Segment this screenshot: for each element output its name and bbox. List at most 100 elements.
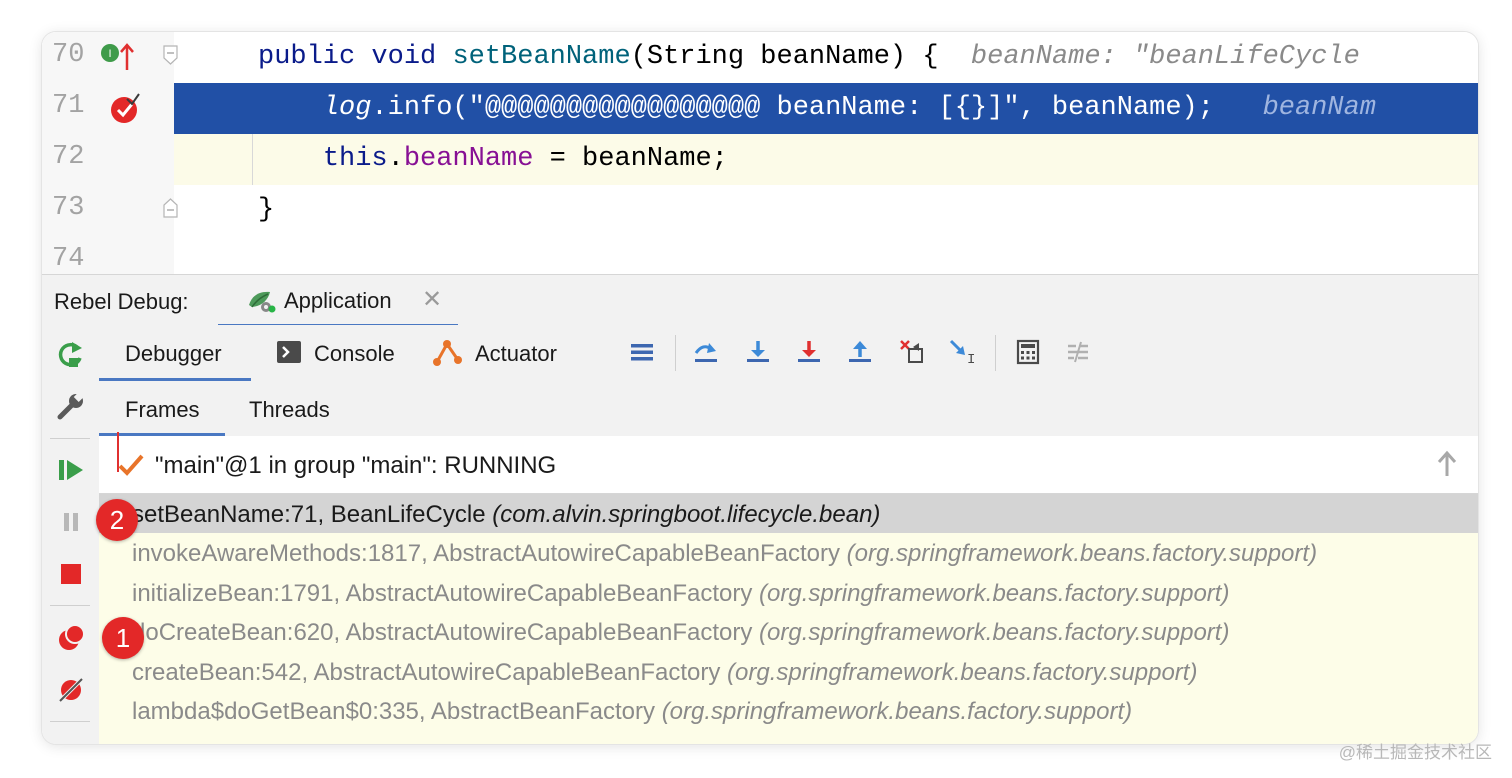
frame-method: initializeBean:1791, AbstractAutowireCap… bbox=[132, 580, 760, 607]
jrebel-app-icon bbox=[249, 291, 276, 313]
frame-row[interactable]: lambda$doGetBean$0:335, AbstractBeanFact… bbox=[99, 691, 1478, 730]
show-execution-point-icon[interactable] bbox=[693, 339, 719, 365]
line-number: 70 bbox=[52, 40, 85, 70]
frame-method: invokeAwareMethods:1817, AbstractAutowir… bbox=[132, 540, 847, 567]
code-text[interactable]: public void setBeanName(String beanName)… bbox=[174, 32, 1478, 83]
tab-application[interactable]: Application ✕ bbox=[218, 275, 458, 327]
gutter: 70 I bbox=[42, 32, 178, 83]
trace-current-stream-icon[interactable] bbox=[1065, 339, 1091, 365]
tab-actuator-label: Actuator bbox=[475, 341, 557, 366]
pause-program-icon[interactable] bbox=[56, 507, 86, 537]
annotation-badge-2: 2 bbox=[96, 499, 138, 541]
separator bbox=[675, 335, 676, 371]
frames-list: setBeanName:71, BeanLifeCycle (com.alvin… bbox=[99, 494, 1478, 744]
gutter: 74 bbox=[42, 236, 174, 274]
tab-frames[interactable]: Frames bbox=[99, 381, 225, 436]
line-number: 73 bbox=[52, 193, 85, 223]
tab-actuator[interactable]: Actuator bbox=[419, 325, 569, 378]
svg-text:I: I bbox=[967, 352, 975, 365]
code-text[interactable]: log.info("@@@@@@@@@@@@@@@@@ beanName: [{… bbox=[174, 83, 1478, 134]
code-line-current-breakpoint[interactable]: 71 log.info("@@@@@@@@@@@@@@@@@ beanName:… bbox=[42, 83, 1478, 134]
line-number: 72 bbox=[52, 142, 85, 172]
separator bbox=[995, 335, 996, 371]
frame-method: lambda$doGetBean$0:335, AbstractBeanFact… bbox=[132, 698, 662, 725]
console-icon bbox=[277, 341, 301, 363]
step-into-icon[interactable] bbox=[796, 339, 822, 365]
code-token: this bbox=[322, 144, 388, 174]
frame-method: createBean:542, AbstractAutowireCapableB… bbox=[132, 659, 728, 686]
code-token: public bbox=[258, 42, 372, 72]
code-token: .info("@@@@@@@@@@@@@@@@@ beanName: [{}]"… bbox=[371, 93, 1214, 123]
tab-console-label: Console bbox=[314, 341, 395, 366]
frame-method: setBeanName:71, BeanLifeCycle bbox=[132, 501, 493, 528]
resume-program-icon[interactable] bbox=[56, 455, 86, 485]
frames-threads-tabs: Frames Threads bbox=[99, 381, 1478, 437]
run-to-cursor-icon[interactable]: I bbox=[949, 339, 975, 365]
gutter: 72 bbox=[42, 134, 174, 185]
code-text[interactable]: this.beanName = beanName; bbox=[174, 134, 1478, 185]
tab-threads[interactable]: Threads bbox=[229, 381, 349, 433]
annotation-badge-1: 1 bbox=[102, 617, 144, 659]
step-over-icon[interactable] bbox=[745, 339, 771, 365]
tab-frames-label: Frames bbox=[125, 397, 200, 422]
rerun-icon[interactable] bbox=[56, 339, 86, 369]
thread-selector[interactable]: "main"@1 in group "main": RUNNING bbox=[99, 432, 1478, 494]
debug-tool-window-header: Rebel Debug: Application ✕ bbox=[42, 274, 1478, 327]
line-number: 74 bbox=[52, 244, 85, 274]
frame-package: (org.springframework.beans.factory.suppo… bbox=[661, 698, 1133, 725]
frame-row[interactable]: initializeBean:1791, AbstractAutowireCap… bbox=[99, 573, 1478, 612]
code-line[interactable]: 74 bbox=[42, 236, 1478, 274]
debug-actions-strip bbox=[42, 325, 100, 744]
debug-title: Rebel Debug: bbox=[54, 289, 189, 314]
stop-icon[interactable] bbox=[56, 559, 86, 589]
evaluate-expression-icon[interactable] bbox=[1015, 339, 1041, 365]
restore-layout-menu-icon[interactable] bbox=[629, 339, 655, 365]
breakpoint-icon[interactable] bbox=[110, 93, 142, 125]
tab-threads-label: Threads bbox=[249, 397, 330, 422]
code-token: = beanName; bbox=[533, 144, 728, 174]
drop-frame-icon[interactable] bbox=[899, 339, 925, 365]
code-token: void bbox=[371, 42, 453, 72]
frame-row[interactable]: createBean:542, AbstractAutowireCapableB… bbox=[99, 652, 1478, 691]
watermark: @稀土掘金技术社区 bbox=[1338, 743, 1492, 762]
step-out-icon[interactable] bbox=[847, 339, 873, 365]
view-breakpoints-icon[interactable] bbox=[56, 623, 86, 653]
code-text[interactable]: } bbox=[174, 185, 1478, 236]
separator bbox=[50, 605, 90, 606]
frame-row[interactable]: invokeAwareMethods:1817, AbstractAutowir… bbox=[99, 533, 1478, 572]
ide-window: 70 I public void setBeanName(String bean… bbox=[42, 32, 1478, 744]
previous-frame-arrow-icon[interactable] bbox=[1436, 450, 1458, 478]
code-text[interactable] bbox=[174, 236, 1478, 274]
wrench-settings-icon[interactable] bbox=[56, 391, 86, 421]
inline-value-hint: beanNam bbox=[1213, 93, 1376, 123]
frame-row[interactable]: doCreateBean:620, AbstractAutowireCapabl… bbox=[99, 612, 1478, 651]
code-line[interactable]: 70 I public void setBeanName(String bean… bbox=[42, 32, 1478, 83]
code-editor[interactable]: 70 I public void setBeanName(String bean… bbox=[42, 32, 1478, 274]
code-token: log bbox=[322, 93, 372, 123]
svg-text:I: I bbox=[108, 48, 111, 60]
code-token: beanName bbox=[403, 144, 534, 174]
tab-debugger[interactable]: Debugger bbox=[99, 325, 251, 381]
code-token: . bbox=[387, 144, 404, 174]
code-token: (String beanName) { bbox=[630, 42, 939, 72]
code-line[interactable]: 72 this.beanName = beanName; bbox=[42, 134, 1478, 185]
actuator-icon bbox=[433, 340, 462, 366]
thread-label: "main"@1 in group "main": RUNNING bbox=[155, 452, 557, 479]
frame-package: (org.springframework.beans.factory.suppo… bbox=[759, 580, 1230, 607]
gutter: 73 bbox=[42, 185, 178, 236]
code-line[interactable]: 73 } bbox=[42, 185, 1478, 236]
separator bbox=[50, 438, 90, 439]
close-tab-icon[interactable]: ✕ bbox=[422, 285, 442, 314]
implements-method-icon[interactable]: I bbox=[100, 42, 138, 72]
code-token: setBeanName bbox=[452, 42, 631, 72]
code-token: } bbox=[258, 195, 275, 225]
inline-value-hint: beanName: "beanLifeCycle bbox=[938, 42, 1360, 72]
frame-row[interactable]: setBeanName:71, BeanLifeCycle (com.alvin… bbox=[99, 494, 1478, 533]
mute-breakpoints-icon[interactable] bbox=[56, 675, 86, 705]
tab-debugger-label: Debugger bbox=[125, 341, 222, 366]
tab-console[interactable]: Console bbox=[259, 325, 409, 378]
frame-package: (org.springframework.beans.factory.suppo… bbox=[759, 619, 1230, 646]
frame-package: (org.springframework.beans.factory.suppo… bbox=[846, 540, 1318, 567]
